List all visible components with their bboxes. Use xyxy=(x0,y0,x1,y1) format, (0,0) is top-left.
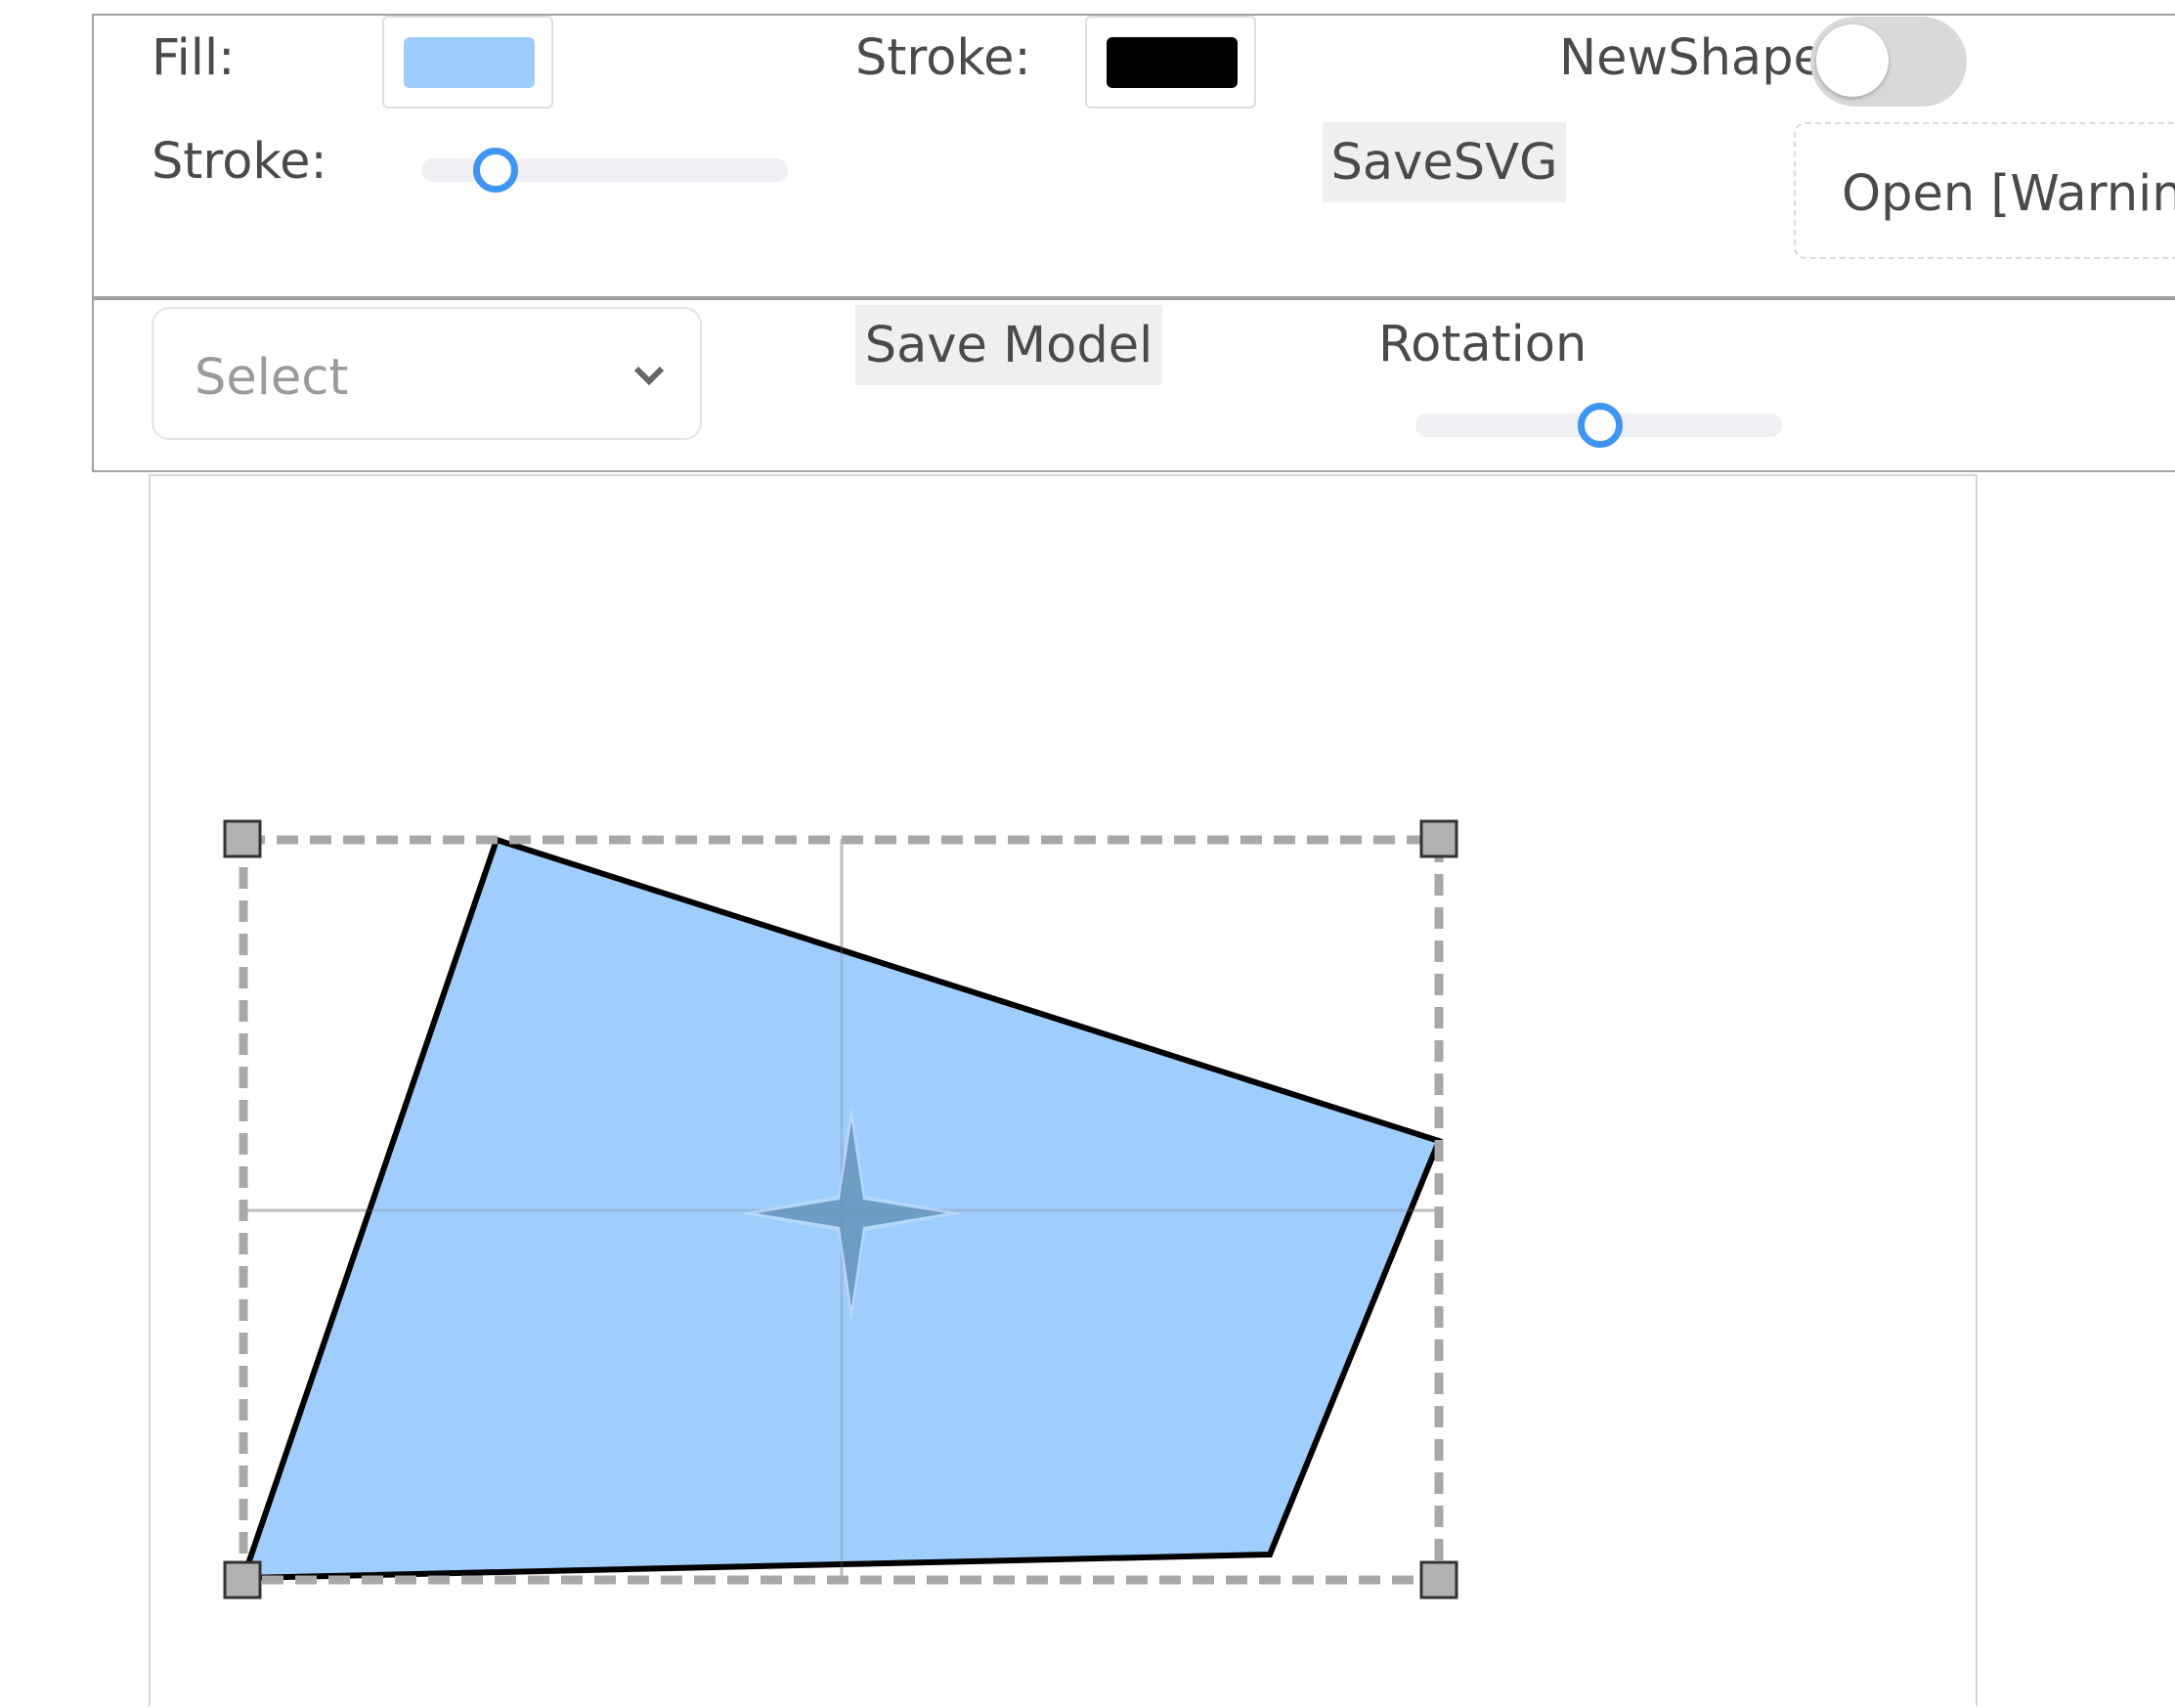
rotation-slider-thumb[interactable] xyxy=(1578,403,1623,448)
fill-color-picker[interactable] xyxy=(382,16,553,109)
newshape-toggle-knob xyxy=(1816,24,1889,97)
save-svg-button[interactable]: SaveSVG xyxy=(1323,122,1566,202)
square-handle-icon[interactable] xyxy=(223,819,262,858)
fill-color-swatch xyxy=(404,37,535,88)
open-file-label: Open [Warning xyxy=(1842,165,2175,223)
model-select[interactable]: Select xyxy=(152,307,702,440)
stroke-color-swatch xyxy=(1107,37,1238,88)
stroke-color-picker[interactable] xyxy=(1085,16,1256,109)
canvas-svg[interactable] xyxy=(151,476,1979,1708)
square-handle-icon[interactable] xyxy=(1419,1560,1458,1599)
toolbar-panel: Fill: Stroke: NewShape: Stroke: SaveSVG … xyxy=(92,14,2175,298)
save-model-button[interactable]: Save Model xyxy=(855,305,1162,385)
rotation-label: Rotation xyxy=(1378,316,1588,373)
square-handle-icon[interactable] xyxy=(1419,819,1458,858)
chevron-down-icon xyxy=(633,366,665,386)
drawing-canvas[interactable] xyxy=(149,474,1978,1706)
model-select-placeholder: Select xyxy=(195,349,349,407)
open-file-dropzone[interactable]: Open [Warning xyxy=(1794,122,2175,259)
stroke-width-slider-thumb[interactable] xyxy=(473,148,518,193)
newshape-label: NewShape: xyxy=(1559,29,1842,87)
fill-label: Fill: xyxy=(152,29,236,87)
model-panel: Select Save Model Rotation xyxy=(92,298,2175,472)
square-handle-icon[interactable] xyxy=(223,1560,262,1599)
newshape-toggle[interactable] xyxy=(1810,17,1967,107)
stroke-color-label: Stroke: xyxy=(855,29,1031,87)
stroke-width-label: Stroke: xyxy=(152,133,327,191)
